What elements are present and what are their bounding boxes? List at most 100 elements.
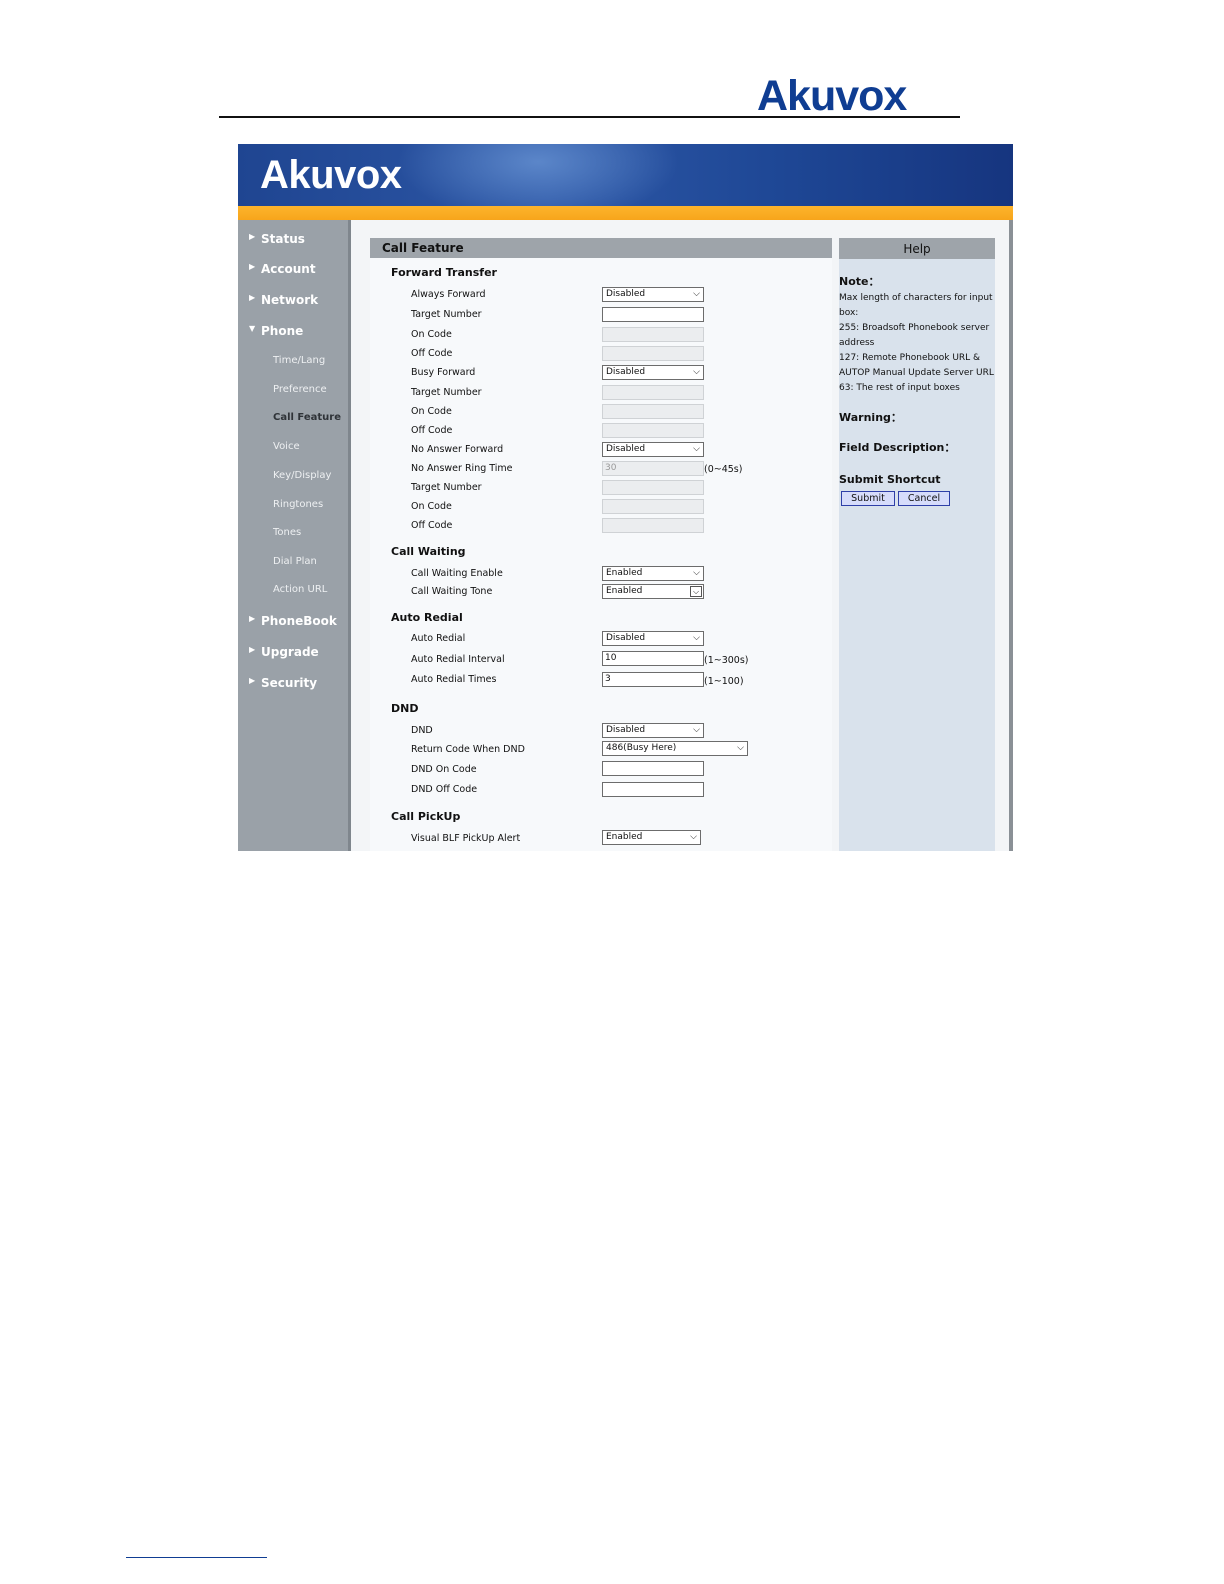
section-title-auto-redial: Auto Redial — [391, 611, 463, 624]
no-answer-on-code-input[interactable] — [602, 499, 704, 514]
triangle-right-icon: ▶ — [249, 262, 256, 271]
cancel-button[interactable]: Cancel — [898, 491, 950, 506]
no-answer-forward-select[interactable]: Disabled ⌵ — [602, 442, 704, 457]
always-forward-label: Always Forward — [411, 289, 486, 300]
sidebar-item-account[interactable]: ▶ Account — [249, 260, 316, 278]
busy-off-code-input[interactable] — [602, 423, 704, 438]
chevron-down-icon: ⌵ — [690, 586, 702, 597]
frame-right-edge — [1009, 220, 1013, 851]
help-note-line: box: — [839, 308, 859, 318]
document-header-rule — [219, 116, 960, 118]
call-waiting-tone-label: Call Waiting Tone — [411, 586, 493, 597]
select-value: Disabled — [606, 633, 646, 643]
sidebar-sub-action-url[interactable]: Action URL — [273, 582, 327, 598]
auto-redial-times-input[interactable]: 3 — [602, 672, 704, 687]
sidebar-item-network[interactable]: ▶ Network — [249, 291, 318, 309]
help-note-line: 255: Broadsoft Phonebook server — [839, 323, 990, 333]
busy-forward-select[interactable]: Disabled ⌵ — [602, 365, 704, 380]
sidebar-sub-preference[interactable]: Preference — [273, 382, 327, 398]
call-waiting-tone-select[interactable]: Enabled ⌵ — [602, 584, 704, 599]
chevron-down-icon: ⌵ — [737, 743, 744, 753]
help-note-line: 63: The rest of input boxes — [839, 383, 960, 393]
sidebar-item-label: Phone — [261, 324, 304, 338]
dnd-return-code-select[interactable]: 486(Busy Here) ⌵ — [602, 741, 748, 756]
call-waiting-enable-select[interactable]: Enabled ⌵ — [602, 566, 704, 581]
sidebar-item-label: Account — [261, 262, 316, 276]
help-note-line: Max length of characters for input — [839, 293, 993, 303]
help-submit-shortcut-title: Submit Shortcut — [839, 473, 941, 486]
always-target-number-input[interactable] — [602, 307, 704, 322]
sidebar-item-upgrade[interactable]: ▶ Upgrade — [249, 643, 319, 661]
sidebar-item-status[interactable]: ▶ Status — [249, 230, 305, 248]
top-banner: Akuvox — [238, 144, 1013, 206]
auto-redial-interval-hint: (1~300s) — [704, 655, 749, 666]
submit-button[interactable]: Submit — [841, 491, 895, 506]
sidebar-sub-tones[interactable]: Tones — [273, 525, 301, 541]
sidebar-sub-time-lang[interactable]: Time/Lang — [273, 353, 325, 369]
always-on-code-input[interactable] — [602, 327, 704, 342]
auto-redial-interval-label: Auto Redial Interval — [411, 654, 505, 665]
triangle-right-icon: ▶ — [249, 676, 256, 685]
no-answer-target-number-input[interactable] — [602, 480, 704, 495]
visual-blf-pickup-alert-label: Visual BLF PickUp Alert — [411, 833, 521, 844]
dnd-select[interactable]: Disabled ⌵ — [602, 723, 704, 738]
sidebar-sub-call-feature[interactable]: Call Feature — [273, 410, 341, 426]
no-answer-on-code-label: On Code — [411, 501, 452, 512]
select-value: Disabled — [606, 289, 646, 299]
help-note-line: address — [839, 338, 875, 348]
sidebar-sub-ringtones[interactable]: Ringtones — [273, 497, 323, 513]
panel-title: Call Feature — [382, 241, 464, 255]
no-answer-ring-time-label: No Answer Ring Time — [411, 463, 513, 474]
help-note-title: Note： — [839, 275, 880, 288]
dnd-on-code-input[interactable] — [602, 761, 704, 776]
busy-on-code-label: On Code — [411, 406, 452, 417]
panel-header: Call Feature — [370, 238, 832, 258]
busy-on-code-input[interactable] — [602, 404, 704, 419]
triangle-right-icon: ▶ — [249, 232, 256, 241]
help-title: Help — [903, 242, 931, 256]
sidebar-sub-dial-plan[interactable]: Dial Plan — [273, 554, 317, 570]
no-answer-off-code-input[interactable] — [602, 518, 704, 533]
sidebar-item-label: Status — [261, 232, 305, 246]
dnd-off-code-label: DND Off Code — [411, 784, 478, 795]
sidebar-item-phone[interactable]: ▼ Phone — [249, 322, 303, 340]
always-forward-select[interactable]: Disabled ⌵ — [602, 287, 704, 302]
section-title-forward-transfer: Forward Transfer — [391, 266, 497, 279]
document-footer-rule — [126, 1557, 267, 1558]
chevron-down-icon: ⌵ — [693, 633, 700, 643]
busy-forward-label: Busy Forward — [411, 367, 476, 378]
select-value: 486(Busy Here) — [606, 743, 677, 753]
call-waiting-enable-label: Call Waiting Enable — [411, 568, 503, 579]
sidebar-item-label: PhoneBook — [261, 614, 337, 628]
busy-off-code-label: Off Code — [411, 425, 453, 436]
no-answer-ring-time-input[interactable]: 30 — [602, 461, 704, 476]
dnd-off-code-input[interactable] — [602, 782, 704, 797]
auto-redial-select[interactable]: Disabled ⌵ — [602, 631, 704, 646]
triangle-right-icon: ▶ — [249, 614, 256, 623]
busy-target-number-label: Target Number — [411, 387, 482, 398]
visual-blf-pickup-alert-select[interactable]: Enabled ⌵ — [602, 830, 701, 845]
auto-redial-interval-input[interactable]: 10 — [602, 651, 704, 666]
sidebar-sub-voice[interactable]: Voice — [273, 439, 300, 455]
always-off-code-label: Off Code — [411, 348, 453, 359]
select-value: Enabled — [606, 568, 643, 578]
section-title-dnd: DND — [391, 702, 419, 715]
chevron-down-icon: ⌵ — [693, 568, 700, 578]
help-note-line: AUTOP Manual Update Server URL — [839, 368, 994, 378]
dnd-label: DND — [411, 725, 433, 736]
sidebar-nav: ▶ Status ▶ Account ▶ Network ▼ Phone Time/La… — [238, 220, 351, 851]
dnd-return-code-label: Return Code When DND — [411, 744, 525, 755]
help-note-line: 127: Remote Phonebook URL & — [839, 353, 981, 363]
sidebar-sub-key-display[interactable]: Key/Display — [273, 468, 331, 484]
sidebar-item-security[interactable]: ▶ Security — [249, 674, 317, 692]
no-answer-ring-time-hint: (0~45s) — [704, 464, 743, 475]
help-panel: Help Note： Max length of characters for … — [839, 238, 995, 851]
help-header: Help — [839, 238, 995, 259]
select-value: Enabled — [606, 586, 643, 596]
always-off-code-input[interactable] — [602, 346, 704, 361]
busy-target-number-input[interactable] — [602, 385, 704, 400]
chevron-down-icon: ⌵ — [693, 444, 700, 454]
triangle-down-icon: ▼ — [249, 324, 256, 333]
sidebar-item-phonebook[interactable]: ▶ PhoneBook — [249, 612, 337, 630]
chevron-down-icon: ⌵ — [690, 832, 697, 842]
